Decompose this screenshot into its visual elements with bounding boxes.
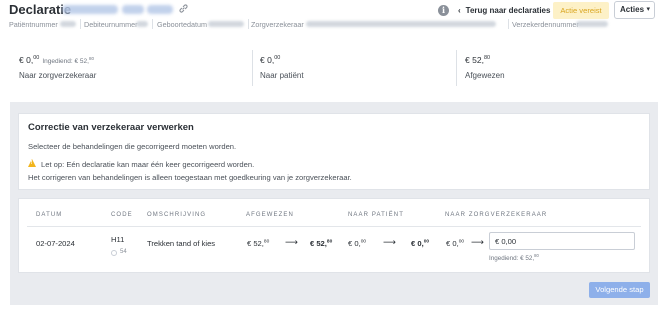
correction-title: Correctie van verzekeraar verwerken (28, 122, 194, 133)
actions-label: Acties (620, 5, 645, 14)
summary-insurer: € 0,00 Ingediend: € 52,80 Naar zorgverzek… (19, 55, 96, 80)
warning-text: Let op: Eén declaratie kan maar één keer… (41, 160, 255, 169)
meta-divider (248, 19, 249, 29)
insurer-original: € 0,00 (446, 239, 465, 248)
summary-rejected-label: Afgewezen (465, 71, 505, 80)
row-date: 02-07-2024 (36, 239, 75, 248)
rejected-corrected: € 52,80 (310, 239, 333, 248)
meta-divider (152, 19, 153, 29)
correction-instruction: Selecteer de behandelingen die gecorrige… (28, 142, 237, 151)
back-link-label: Terug naar declaraties (465, 6, 551, 15)
chevron-left-icon: ‹ (458, 6, 461, 15)
redacted-value (306, 21, 496, 27)
summary-rejected-amount: € 52,80 (465, 55, 491, 65)
insurer-amount-input[interactable] (489, 232, 635, 250)
warning-icon: ! (28, 159, 36, 167)
column-header-insurer: NAAR ZORGVERZEKERAAR (445, 212, 548, 218)
summary-insurer-label: Naar zorgverzekeraar (19, 71, 97, 80)
meta-debiteurnummer: Debiteurnummer (84, 20, 138, 29)
summary-divider (456, 50, 457, 86)
patient-corrected: € 0,00 (411, 239, 430, 248)
meta-patientnummer: Patiëntnummer (9, 20, 58, 29)
patient-original: € 0,00 (348, 239, 367, 248)
meta-zorgverzekeraar: Zorgverzekeraar (251, 20, 304, 29)
back-to-declarations-link[interactable]: ‹ Terug naar declaraties (458, 6, 550, 15)
summary-insurer-submitted: Ingediend: € 52,80 (42, 55, 94, 65)
summary-patient: € 0,00 Naar patiënt (260, 55, 304, 80)
meta-geboortedatum: Geboortedatum (157, 20, 207, 29)
column-header-code: CODE (111, 212, 133, 218)
insurer-submitted: Ingediend: € 52,80 (489, 253, 539, 263)
summary-patient-label: Naar patiënt (260, 71, 304, 80)
row-code: H11 (111, 235, 125, 244)
meta-verzekerdennummer: Verzekerdennummer (512, 20, 579, 29)
column-header-rejected: AFGEWEZEN (246, 212, 294, 218)
redacted-value (208, 21, 244, 27)
summary-divider (252, 50, 253, 86)
redacted-value (136, 21, 148, 27)
rejected-original: € 52,80 (247, 239, 270, 248)
row-description: Trekken tand of kies (147, 239, 216, 248)
link-icon[interactable] (178, 3, 189, 14)
approval-note: Het corrigeren van behandelingen is alle… (28, 173, 352, 182)
correction-info-card: Correctie van verzekeraar verwerken Sele… (18, 113, 650, 190)
summary-rejected: € 52,80 Afgewezen (465, 55, 505, 80)
summary-patient-amount: € 0,00 (260, 55, 281, 65)
column-header-patient: NAAR PATIËNT (348, 212, 404, 218)
redacted-title-part (62, 5, 118, 14)
meta-divider (80, 19, 81, 29)
redacted-title-part (147, 5, 173, 14)
next-step-button[interactable]: Volgende stap (589, 282, 650, 298)
treatments-table: DATUM CODE OMSCHRIJVING AFGEWEZEN NAAR P… (18, 198, 650, 273)
table-divider (27, 226, 641, 227)
row-select-radio[interactable] (111, 250, 117, 256)
arrow-right-icon: ⟶ (383, 237, 396, 247)
arrow-right-icon: ⟶ (471, 237, 484, 247)
meta-divider (508, 19, 509, 29)
status-badge: Actie vereist (553, 2, 609, 19)
chevron-down-icon: ▾ (646, 6, 650, 13)
column-header-description: OMSCHRIJVING (147, 212, 207, 218)
redacted-value (576, 21, 608, 27)
arrow-right-icon: ⟶ (285, 237, 298, 247)
actions-dropdown[interactable]: Acties ▾ (614, 1, 655, 19)
row-code-sub: 54 (120, 249, 127, 255)
redacted-value (60, 21, 76, 27)
column-header-date: DATUM (36, 212, 63, 218)
info-icon[interactable]: i (438, 5, 449, 16)
redacted-title-part (122, 5, 144, 14)
summary-insurer-amount: € 0,00 Ingediend: € 52,80 (19, 55, 94, 65)
